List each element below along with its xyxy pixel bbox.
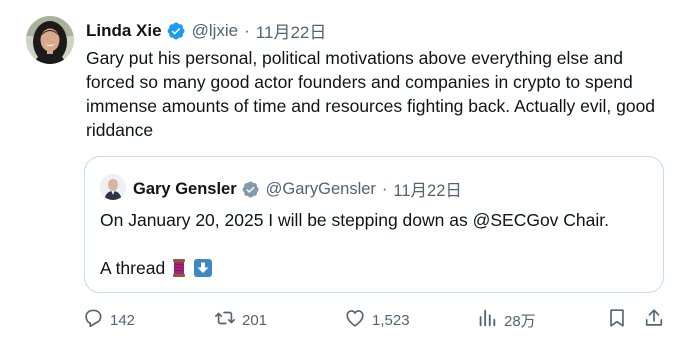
share-button[interactable] <box>643 306 665 334</box>
bookmark-icon <box>606 307 628 334</box>
reply-icon <box>82 307 104 334</box>
like-button[interactable]: 1,523 <box>344 306 410 334</box>
reply-count: 142 <box>110 311 136 329</box>
views-count: 28万 <box>504 312 536 330</box>
quote-text-thread: A thread <box>100 258 166 278</box>
author-handle[interactable]: @ljxie <box>192 21 239 41</box>
quote-header: Gary Gensler @GaryGensler · 11月22日 <box>133 177 462 201</box>
quote-text: On January 20, 2025 I will be stepping d… <box>100 210 610 230</box>
tweet-text: Gary put his personal, political motivat… <box>86 48 656 140</box>
share-icon <box>643 307 665 334</box>
spool-emoji <box>169 258 189 278</box>
verified-badge-icon <box>241 180 260 199</box>
repost-button[interactable]: 201 <box>214 306 267 334</box>
repost-count: 201 <box>242 311 268 329</box>
bookmark-button[interactable] <box>606 306 628 334</box>
tweet-date[interactable]: 11月22日 <box>256 18 327 43</box>
verified-badge-icon <box>166 21 186 41</box>
views-icon <box>476 307 498 334</box>
quoted-tweet[interactable]: Gary Gensler @GaryGensler · 11月22日 On Ja… <box>84 156 664 293</box>
action-bar: 142 201 1,523 28万 <box>0 306 682 334</box>
meta-separator: · <box>244 20 250 40</box>
quote-author-name[interactable]: Gary Gensler <box>133 180 237 199</box>
views-button[interactable]: 28万 <box>476 306 536 334</box>
quote-meta-separator: · <box>381 179 388 198</box>
quote-date[interactable]: 11月22日 <box>393 177 461 201</box>
like-count: 1,523 <box>372 311 410 329</box>
tweet-header: Linda Xie @ljxie · 11月22日 <box>86 18 326 43</box>
quote-author-avatar[interactable] <box>100 174 126 200</box>
tweet[interactable]: Linda Xie @ljxie · 11月22日 Gary put his p… <box>0 0 682 340</box>
author-name[interactable]: Linda Xie <box>86 21 162 41</box>
quote-text-line2: A thread <box>100 256 213 280</box>
down-arrow-emoji <box>193 258 213 278</box>
repost-icon <box>214 307 236 334</box>
reply-button[interactable]: 142 <box>82 306 135 334</box>
author-avatar[interactable] <box>26 16 74 64</box>
quote-author-handle[interactable]: @GaryGensler <box>266 180 376 199</box>
like-icon <box>344 307 366 334</box>
